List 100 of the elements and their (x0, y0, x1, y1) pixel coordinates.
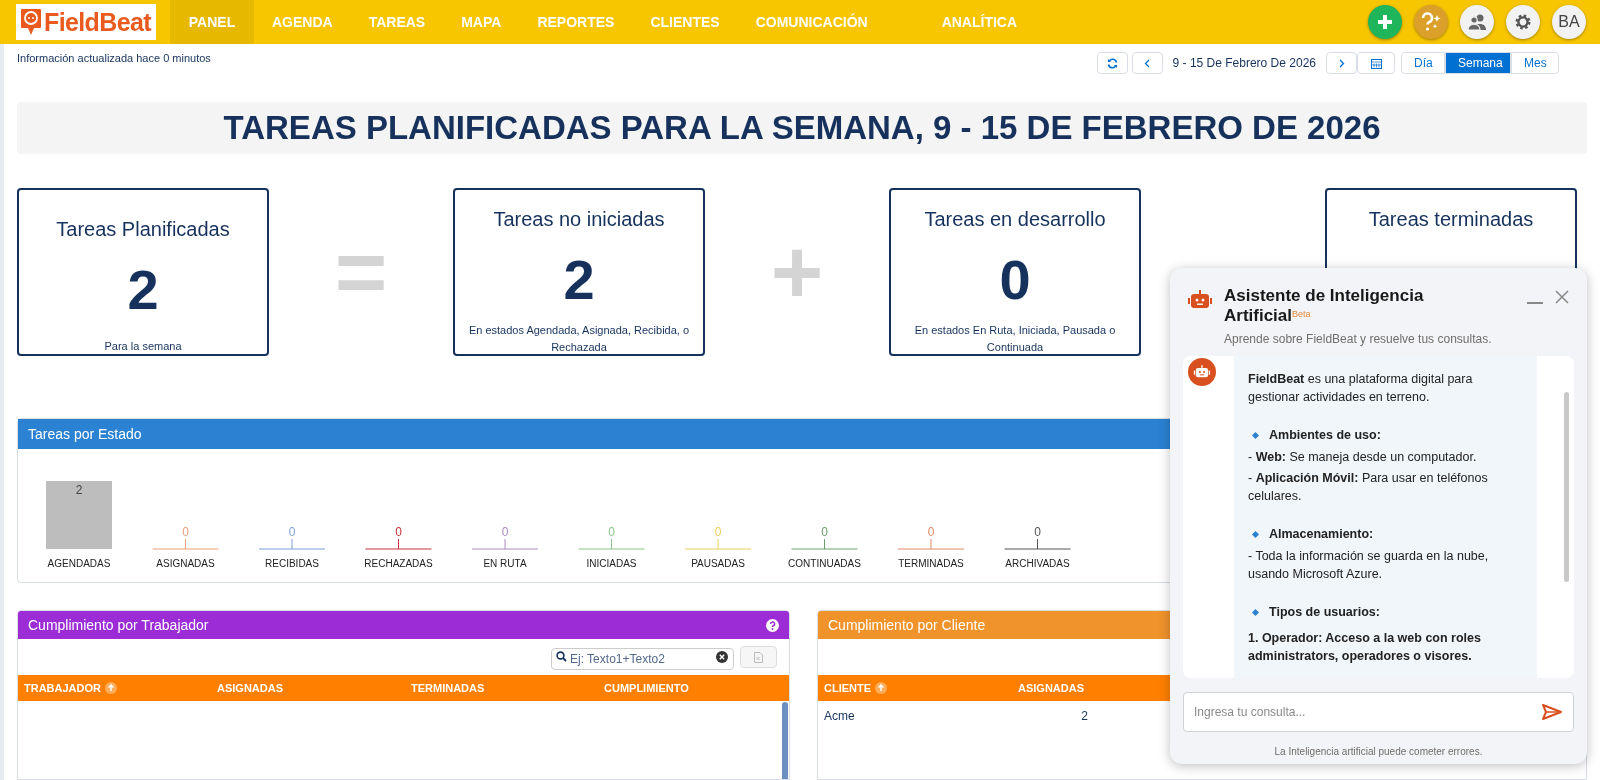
card-title: Tareas en desarrollo (924, 207, 1106, 232)
bar-baseline (1004, 538, 1071, 550)
operator-sign: = (334, 227, 388, 317)
column-header[interactable]: TERMINADAS (411, 679, 485, 697)
data-label: 0 (821, 525, 828, 539)
avatar-button[interactable]: BA (1552, 5, 1586, 39)
category-label: PAUSADAS (691, 558, 745, 569)
nav-tab[interactable]: TAREAS (350, 0, 444, 44)
logo[interactable]: FieldBeat (16, 4, 156, 40)
category-label: EN RUTA (483, 558, 527, 569)
spreadsheet-icon (754, 651, 763, 663)
message-text: FieldBeat es una plataforma digital para gestionar actividades en terreno. (1248, 371, 1474, 406)
diamond-icon (1252, 608, 1259, 616)
column-header[interactable]: CUMPLIMIENTO (604, 679, 689, 697)
bar-baseline (791, 538, 858, 550)
update-note: Información actualizada hace 0 minutos (17, 51, 211, 66)
message-text: - Toda la información se guarda en la nube, usando Microsoft Azure. (1248, 548, 1490, 583)
card-note: En estados Agendada, Asignada, Recibida, o Rechazada (467, 323, 691, 355)
scrollbar[interactable] (782, 702, 788, 779)
column-header[interactable]: CLIENTE (824, 679, 872, 697)
category-label: TERMINADAS (898, 558, 964, 569)
plus-icon (1376, 13, 1394, 31)
close-icon (1555, 290, 1569, 304)
view-tab[interactable]: Semana (1445, 52, 1511, 74)
chevron-right-icon (1338, 58, 1345, 68)
nav-tab[interactable]: MAPA (443, 0, 520, 44)
send-icon[interactable] (1542, 704, 1562, 720)
column-header[interactable]: ASIGNADAS (1018, 679, 1084, 697)
category-label: ARCHIVADAS (1005, 558, 1070, 569)
calendar-button[interactable] (1357, 52, 1395, 74)
card-note: Para la semana (103, 339, 183, 354)
category-label: ASIGNADAS (156, 558, 215, 569)
add-button[interactable] (1368, 5, 1402, 39)
nav-tab[interactable]: PANEL (170, 0, 254, 44)
assistant-subtitle: Aprende sobre FieldBeat y resuelve tus consultas. (1224, 331, 1493, 348)
help-icon[interactable] (766, 618, 779, 632)
bar-baseline (471, 538, 539, 550)
nav-tab[interactable]: ANALÍTICA (923, 0, 1036, 44)
category-label: INICIADAS (586, 558, 637, 569)
card-title: Tareas Planificadas (56, 217, 230, 242)
sort-up-icon (875, 682, 888, 694)
view-tab[interactable]: Mes (1511, 52, 1559, 74)
card-value: 2 (563, 252, 595, 308)
settings-icon (1514, 13, 1532, 31)
category-label: RECIBIDAS (265, 558, 319, 569)
search-icon (556, 651, 567, 662)
section-heading: Almacenamiento: (1269, 526, 1374, 543)
assistant-title: Asistente de Inteligencia Artificial$^{Beta}$ (1224, 286, 1425, 326)
data-label: 0 (1034, 525, 1041, 539)
pin-face-icon (20, 8, 42, 36)
export-button[interactable] (740, 646, 777, 668)
nav-tab[interactable]: COMUNICACIÓN (737, 0, 924, 44)
table-cell-text: 2 (1080, 708, 1088, 725)
view-tab[interactable]: Día (1401, 52, 1445, 74)
section-heading: Ambientes de uso: (1269, 427, 1381, 444)
question-sparkle-icon (1420, 12, 1442, 32)
category-label: CONTINUADAS (788, 558, 861, 569)
card-value: 2 (127, 262, 159, 318)
data-label: 2 (75, 483, 83, 497)
refresh-button[interactable] (1096, 52, 1128, 74)
search-field[interactable]: Ej: Texto1+Texto2 (551, 648, 734, 670)
card-title: Tareas terminadas (1368, 207, 1534, 232)
column-header[interactable]: TRABAJADOR (24, 679, 101, 697)
card-title: Tareas no iniciadas (493, 207, 665, 232)
chevron-left-icon (1144, 58, 1151, 68)
close-button[interactable] (1555, 290, 1569, 304)
users-icon (1467, 13, 1487, 31)
category-label: AGENDADAS (47, 558, 111, 569)
clear-icon[interactable] (716, 651, 728, 663)
help-button[interactable] (1414, 5, 1448, 39)
users-button[interactable] (1460, 5, 1494, 39)
bar-baseline (152, 538, 219, 550)
nav-tab[interactable]: AGENDA (254, 0, 351, 44)
data-label: 0 (608, 525, 615, 539)
operator-sign: + (770, 227, 824, 317)
diamond-icon (1252, 530, 1259, 538)
category-label: RECHAZADAS (364, 558, 433, 569)
message-text: - Web: Se maneja desde un computador. (1248, 449, 1478, 466)
date-range: 9 - 15 De Febrero De 2026 (1171, 55, 1317, 72)
page-title: TAREAS PLANIFICADAS PARA LA SEMANA, 9 - 15 DE FEBRERO DE 2026 (223, 108, 1381, 149)
panel-title: Cumplimiento por Trabajador (28, 615, 209, 635)
data-label: 0 (927, 525, 935, 539)
bar-baseline (258, 538, 326, 550)
diamond-icon (1252, 431, 1259, 439)
refresh-icon (1106, 57, 1118, 69)
bar-baseline (365, 538, 432, 550)
disclaimer: La Inteligencia artificial puede cometer errores. (1273, 745, 1484, 759)
scrollbar[interactable] (1564, 392, 1569, 582)
table-cell-text: Acme (824, 708, 856, 725)
column-header[interactable]: ASIGNADAS (217, 679, 283, 697)
bar-baseline (578, 538, 645, 550)
card-value: 0 (999, 252, 1031, 308)
message-text: - Aplicación Móvil: Para usar en teléfonos celulares. (1248, 470, 1489, 505)
nav-tab[interactable]: CLIENTES (632, 0, 738, 44)
nav-tab[interactable]: REPORTES (519, 0, 633, 44)
settings-button[interactable] (1506, 5, 1540, 39)
query-field[interactable]: Ingresa tu consulta... (1183, 692, 1574, 732)
data-label: 0 (714, 525, 722, 539)
bar-baseline (684, 538, 752, 550)
calendar-icon (1370, 57, 1382, 69)
